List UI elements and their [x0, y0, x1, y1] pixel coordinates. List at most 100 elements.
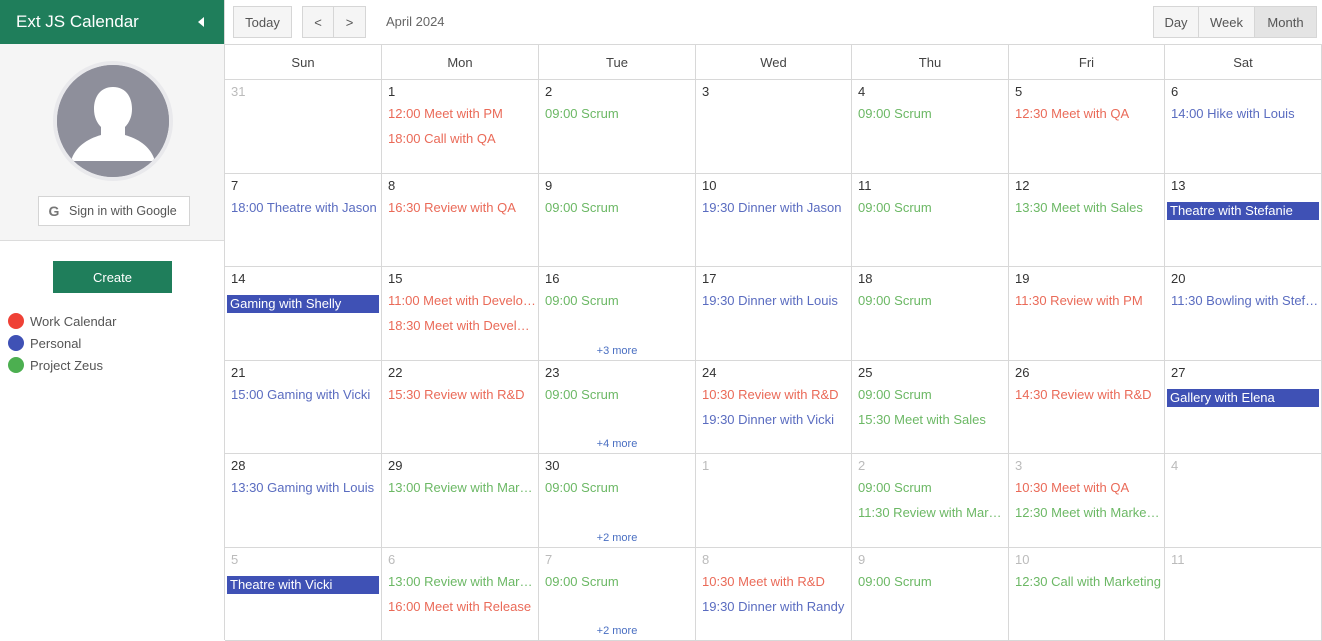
- calendar-event[interactable]: 11:30 Review with Marketing: [858, 505, 1006, 520]
- day-cell[interactable]: 6 14:00 Hike with Louis: [1165, 80, 1322, 173]
- calendar-item[interactable]: Work Calendar: [8, 310, 116, 332]
- calendar-event[interactable]: 10:30 Meet with R&D: [702, 574, 849, 589]
- calendar-event[interactable]: 09:00 Scrum: [545, 574, 693, 589]
- calendar-event[interactable]: 09:00 Scrum: [858, 387, 1006, 402]
- calendar-event[interactable]: 19:30 Dinner with Louis: [702, 293, 849, 308]
- google-sign-in-button[interactable]: G Sign in with Google: [38, 196, 190, 226]
- day-cell[interactable]: 7 09:00 Scrum +2 more: [539, 548, 696, 640]
- day-cell[interactable]: 11: [1165, 548, 1322, 640]
- day-cell[interactable]: 27 Gallery with Elena: [1165, 361, 1322, 453]
- calendar-event[interactable]: 09:00 Scrum: [858, 574, 1006, 589]
- calendar-event[interactable]: 18:00 Call with QA: [388, 131, 536, 146]
- all-day-event[interactable]: Theatre with Vicki: [227, 576, 379, 594]
- today-button[interactable]: Today: [233, 6, 292, 38]
- more-events-link[interactable]: +2 more: [539, 532, 695, 544]
- calendar-event[interactable]: 11:30 Bowling with Stefanie: [1171, 293, 1319, 308]
- day-cell[interactable]: 16 09:00 Scrum +3 more: [539, 267, 696, 360]
- calendar-event[interactable]: 09:00 Scrum: [858, 480, 1006, 495]
- next-button[interactable]: >: [333, 6, 366, 38]
- day-cell[interactable]: 3: [696, 80, 852, 173]
- day-cell[interactable]: 9 09:00 Scrum: [539, 174, 696, 266]
- day-cell[interactable]: 15 11:00 Meet with Developers 18:30 Meet w…: [382, 267, 539, 360]
- day-cell[interactable]: 28 13:30 Gaming with Louis: [225, 454, 382, 547]
- calendar-event[interactable]: 12:30 Call with Marketing: [1015, 574, 1162, 589]
- day-cell[interactable]: 22 15:30 Review with R&D: [382, 361, 539, 453]
- day-cell[interactable]: 21 15:00 Gaming with Vicki: [225, 361, 382, 453]
- calendar-event[interactable]: 16:00 Meet with Release: [388, 599, 536, 614]
- more-events-link[interactable]: +3 more: [539, 345, 695, 357]
- create-button[interactable]: Create: [53, 261, 172, 293]
- calendar-event[interactable]: 13:30 Meet with Sales: [1015, 200, 1162, 215]
- day-cell[interactable]: 8 10:30 Meet with R&D 19:30 Dinner with Ra…: [696, 548, 852, 640]
- calendar-event[interactable]: 19:30 Dinner with Randy: [702, 599, 849, 614]
- all-day-event[interactable]: Gaming with Shelly: [227, 295, 379, 313]
- day-cell[interactable]: 24 10:30 Review with R&D 19:30 Dinner with…: [696, 361, 852, 453]
- all-day-event[interactable]: Theatre with Stefanie: [1167, 202, 1319, 220]
- calendar-event[interactable]: 14:30 Review with R&D: [1015, 387, 1162, 402]
- day-cell[interactable]: 29 13:00 Review with Marketing: [382, 454, 539, 547]
- day-cell[interactable]: 11 09:00 Scrum: [852, 174, 1009, 266]
- more-events-link[interactable]: +2 more: [539, 625, 695, 637]
- calendar-event[interactable]: 13:00 Review with Marketing: [388, 574, 536, 589]
- day-cell[interactable]: 4: [1165, 454, 1322, 547]
- calendar-event[interactable]: 09:00 Scrum: [545, 293, 693, 308]
- day-cell[interactable]: 10 12:30 Call with Marketing: [1009, 548, 1165, 640]
- day-cell[interactable]: 10 19:30 Dinner with Jason: [696, 174, 852, 266]
- view-month-button[interactable]: Month: [1254, 6, 1317, 38]
- calendar-event[interactable]: 11:30 Review with PM: [1015, 293, 1162, 308]
- calendar-event[interactable]: 19:30 Dinner with Jason: [702, 200, 849, 215]
- day-cell[interactable]: 12 13:30 Meet with Sales: [1009, 174, 1165, 266]
- calendar-event[interactable]: 09:00 Scrum: [545, 387, 693, 402]
- calendar-event[interactable]: 18:30 Meet with Developers: [388, 318, 536, 333]
- day-cell[interactable]: 3 10:30 Meet with QA 12:30 Meet with Marke…: [1009, 454, 1165, 547]
- calendar-event[interactable]: 09:00 Scrum: [858, 106, 1006, 121]
- calendar-event[interactable]: 12:30 Meet with QA: [1015, 106, 1162, 121]
- day-cell[interactable]: 8 16:30 Review with QA: [382, 174, 539, 266]
- calendar-event[interactable]: 09:00 Scrum: [545, 480, 693, 495]
- calendar-event[interactable]: 10:30 Review with R&D: [702, 387, 849, 402]
- day-cell[interactable]: 13 Theatre with Stefanie: [1165, 174, 1322, 266]
- prev-button[interactable]: <: [302, 6, 334, 38]
- calendar-item[interactable]: Personal: [8, 332, 116, 354]
- day-cell[interactable]: 1: [696, 454, 852, 547]
- calendar-event[interactable]: 14:00 Hike with Louis: [1171, 106, 1319, 121]
- day-cell[interactable]: 18 09:00 Scrum: [852, 267, 1009, 360]
- calendar-event[interactable]: 19:30 Dinner with Vicki: [702, 412, 849, 427]
- calendar-event[interactable]: 15:00 Gaming with Vicki: [231, 387, 379, 402]
- day-cell[interactable]: 26 14:30 Review with R&D: [1009, 361, 1165, 453]
- view-day-button[interactable]: Day: [1153, 6, 1199, 38]
- day-cell[interactable]: 5 Theatre with Vicki: [225, 548, 382, 640]
- day-cell[interactable]: 5 12:30 Meet with QA: [1009, 80, 1165, 173]
- calendar-event[interactable]: 15:30 Meet with Sales: [858, 412, 1006, 427]
- day-cell[interactable]: 17 19:30 Dinner with Louis: [696, 267, 852, 360]
- calendar-event[interactable]: 12:00 Meet with PM: [388, 106, 536, 121]
- calendar-event[interactable]: 16:30 Review with QA: [388, 200, 536, 215]
- day-cell[interactable]: 31: [225, 80, 382, 173]
- day-cell[interactable]: 19 11:30 Review with PM: [1009, 267, 1165, 360]
- calendar-event[interactable]: 09:00 Scrum: [858, 293, 1006, 308]
- calendar-event[interactable]: 12:30 Meet with Marketing: [1015, 505, 1162, 520]
- more-events-link[interactable]: +4 more: [539, 438, 695, 450]
- day-cell[interactable]: 1 12:00 Meet with PM 18:00 Call with QA: [382, 80, 539, 173]
- all-day-event[interactable]: Gallery with Elena: [1167, 389, 1319, 407]
- day-cell[interactable]: 30 09:00 Scrum +2 more: [539, 454, 696, 547]
- calendar-event[interactable]: 15:30 Review with R&D: [388, 387, 536, 402]
- calendar-event[interactable]: 13:30 Gaming with Louis: [231, 480, 379, 495]
- calendar-event[interactable]: 09:00 Scrum: [545, 200, 693, 215]
- calendar-event[interactable]: 09:00 Scrum: [858, 200, 1006, 215]
- collapse-sidebar-icon[interactable]: [198, 17, 204, 27]
- calendar-event[interactable]: 10:30 Meet with QA: [1015, 480, 1162, 495]
- day-cell[interactable]: 23 09:00 Scrum +4 more: [539, 361, 696, 453]
- day-cell[interactable]: 14 Gaming with Shelly: [225, 267, 382, 360]
- calendar-event[interactable]: 13:00 Review with Marketing: [388, 480, 536, 495]
- calendar-item[interactable]: Project Zeus: [8, 354, 116, 376]
- day-cell[interactable]: 7 18:00 Theatre with Jason: [225, 174, 382, 266]
- day-cell[interactable]: 4 09:00 Scrum: [852, 80, 1009, 173]
- calendar-event[interactable]: 18:00 Theatre with Jason: [231, 200, 379, 215]
- day-cell[interactable]: 25 09:00 Scrum 15:30 Meet with Sales: [852, 361, 1009, 453]
- day-cell[interactable]: 6 13:00 Review with Marketing 16:00 Meet w…: [382, 548, 539, 640]
- calendar-event[interactable]: 11:00 Meet with Developers: [388, 293, 536, 308]
- view-week-button[interactable]: Week: [1198, 6, 1255, 38]
- day-cell[interactable]: 9 09:00 Scrum: [852, 548, 1009, 640]
- day-cell[interactable]: 2 09:00 Scrum: [539, 80, 696, 173]
